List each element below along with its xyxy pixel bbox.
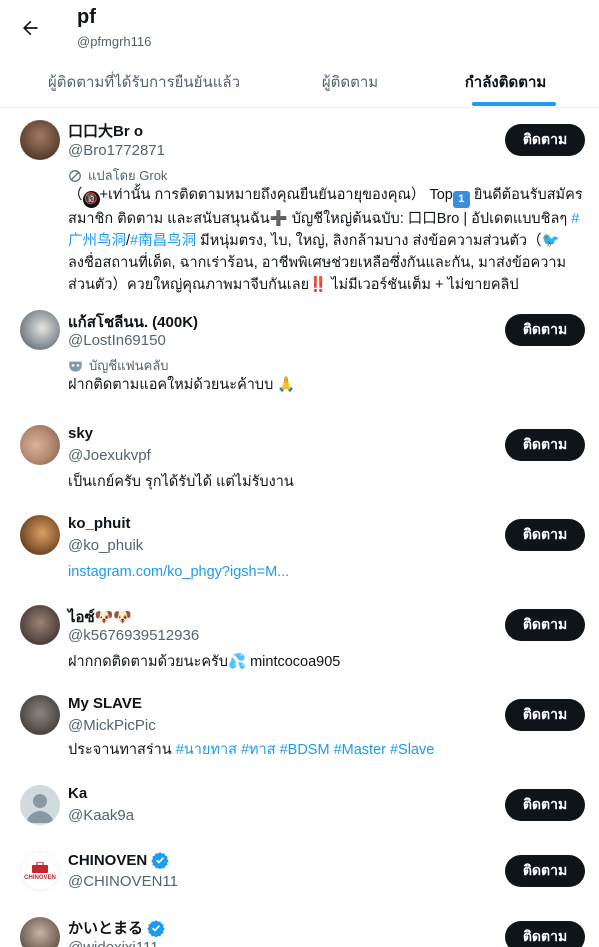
avatar[interactable] [20,785,60,825]
follow-button[interactable]: ติดตาม [505,921,585,947]
display-name[interactable]: My SLAVE [68,695,142,712]
user-cell[interactable]: ko_phuit @ko_phuik instagram.com/ko_phgy… [0,503,599,591]
display-name[interactable]: แก้สโชลีนน. (400K) [68,310,198,334]
display-name[interactable]: 口口大Br o [68,120,143,141]
meta-text: แปลโดย Grok [88,168,168,183]
meta-text: บัญชีแฟนคลับ [89,358,169,373]
avatar[interactable] [20,695,60,735]
display-name-text: My SLAVE [68,695,142,712]
tab-bar: ผู้ติดตามที่ได้รับการยืนยันแล้ว ผู้ติดตา… [0,56,599,108]
user-bio: ฝากติดตามแอคใหม่ด้วยนะค้าบบ 🙏 [68,377,296,393]
user-cell[interactable]: 口口大Br o @Bro1772871 แปลโดย Grok （🔞 +เท่าน… [0,108,599,298]
user-handle[interactable]: @CHINOVEN11 [68,873,178,890]
user-cell[interactable]: Ka @Kaak9a ติดตาม [0,773,599,839]
profile-header: pf @pfmgrh116 ผู้ติดตามที่ได้รับการยืนยั… [0,0,599,108]
display-name[interactable]: ไอซ์🐶🐶 [68,605,132,629]
user-handle[interactable]: @k5676939512936 [68,627,199,644]
verified-badge-icon [151,852,169,869]
display-name-text: Ka [68,785,88,802]
mask-icon [69,361,82,372]
adult-only-icon: 🔞 [82,190,100,208]
bio-text: ไม่มีเวอร์ชันเต็ม + ไม่ขายคลิป [327,276,519,293]
display-name-text: sky [68,425,94,442]
user-bio: ประจานทาสร่าน #นายทาส #ทาส #BDSM #Master… [68,739,584,761]
bio-text: +เท่านั้น การติดตามหมายถึงคุณยืนยันอายุข… [99,187,453,203]
user-cell[interactable]: My SLAVE @MickPicPic ประจานทาสร่าน #นายท… [0,683,599,773]
tab-label: กำลังติดตาม [464,74,547,91]
display-name-text: CHINOVEN [68,851,148,869]
follow-button[interactable]: ติดตาม [505,855,585,887]
verified-badge-icon [147,919,165,937]
user-handle[interactable]: @LostIn69150 [68,332,166,349]
display-name[interactable]: CHINOVEN [68,851,169,869]
display-name[interactable]: sky [68,425,93,442]
display-name-text: かいとまる [68,920,144,937]
page-handle: @pfmgrh116 [77,34,152,49]
avatar[interactable] [20,310,60,350]
bio-text: บัญชีใหญ่ต้นฉบับ: 口口Bro | อัปเดตแบบชิลๆ [287,210,572,227]
tab-label: ผู้ติดตาม [321,74,379,91]
avatar[interactable] [20,425,60,465]
translated-by-label: แปลโดย Grok [68,165,167,186]
plus-icon: ➕ [269,210,288,227]
user-handle[interactable]: @widexixi111 [68,939,159,947]
user-cell[interactable]: かいとまる @widexixi111 ติดตาม [0,905,599,947]
user-bio: ฝากกดติดตามด้วยนะครับ💦 mintcocoa905 [68,654,341,670]
translate-icon [69,169,81,182]
follow-button[interactable]: ติดตาม [505,609,585,641]
tab-label: ผู้ติดตามที่ได้รับการยืนยันแล้ว [47,74,240,91]
hashtag-links[interactable]: #นายทาส #ทาส #BDSM #Master #Slave [176,742,435,758]
keycap-one-icon: 1 [452,190,470,208]
user-cell[interactable]: CHINOVEN CHINOVEN @CHINOVEN11 ติดตาม [0,839,599,905]
follow-button[interactable]: ติดตาม [505,429,585,461]
display-name-text: แก้สโชลีนน. (400K) [68,314,199,331]
back-button[interactable] [12,10,48,46]
user-handle[interactable]: @Bro1772871 [68,142,165,159]
follow-button[interactable]: ติดตาม [505,789,585,821]
user-bio: เป็นเกย์ครับ รุกได้รับได้ แต่ไม่รับงาน [68,474,294,490]
active-tab-indicator [472,102,556,106]
avatar[interactable] [20,120,60,160]
follow-button[interactable]: ติดตาม [505,124,585,156]
follow-button[interactable]: ติดตาม [505,519,585,551]
user-cell[interactable]: แก้สโชลีนน. (400K) @LostIn69150 บัญชีแฟน… [0,298,599,398]
avatar[interactable] [20,917,60,947]
display-name[interactable]: Ka [68,785,87,802]
chinoven-logo-text: CHINOVEN [24,874,56,881]
user-handle[interactable]: @Kaak9a [68,807,134,824]
tab-following[interactable]: กำลังติดตาม [412,56,599,108]
display-name-text: ko_phuit [68,515,131,532]
bio-text: ประจานทาสร่าน [68,742,176,758]
avatar[interactable]: CHINOVEN [20,851,60,891]
display-name[interactable]: かいとまる [68,917,165,938]
bio-text: （ [68,187,83,203]
fan-account-label: บัญชีแฟนคลับ [68,355,169,376]
display-name-text: 口口大Br o [68,123,144,140]
display-name-text: ไอซ์🐶🐶 [68,609,133,626]
double-exclamation-icon: ‼️ [309,276,328,293]
hashtag-link[interactable]: #南昌鸟洞 [130,233,196,249]
follow-button[interactable]: ติดตาม [505,314,585,346]
user-handle[interactable]: @Joexukvpf [68,447,151,464]
display-name[interactable]: ko_phuit [68,515,131,532]
follow-button[interactable]: ติดตาม [505,699,585,731]
user-handle[interactable]: @MickPicPic [68,717,156,734]
user-bio: （🔞 +เท่านั้น การติดตามหมายถึงคุณยืนยันอาย… [68,184,584,296]
avatar[interactable] [20,515,60,555]
default-avatar-icon [26,794,54,823]
user-cell[interactable]: sky @Joexukvpf เป็นเกย์ครับ รุกได้รับได้… [0,413,599,501]
page-title: pf [77,6,96,28]
user-cell[interactable]: ไอซ์🐶🐶 @k5676939512936 ฝากกดติดตามด้วยนะ… [0,593,599,683]
bird-icon: 🐦 [541,232,560,249]
user-handle[interactable]: @ko_phuik [68,537,143,554]
arrow-left-icon [23,20,38,36]
bio-text: มีหนุ่มตรง, ไบ, ใหญ่, ลิงกล้ามบาง ส่งข้อ… [196,232,542,249]
tab-verified-followers[interactable]: ผู้ติดตามที่ได้รับการยืนยันแล้ว [0,56,288,108]
chinoven-logo-icon [32,861,48,873]
avatar[interactable] [20,605,60,645]
profile-link[interactable]: instagram.com/ko_phgy?igsh=M... [68,561,584,583]
tab-followers[interactable]: ผู้ติดตาม [288,56,412,108]
